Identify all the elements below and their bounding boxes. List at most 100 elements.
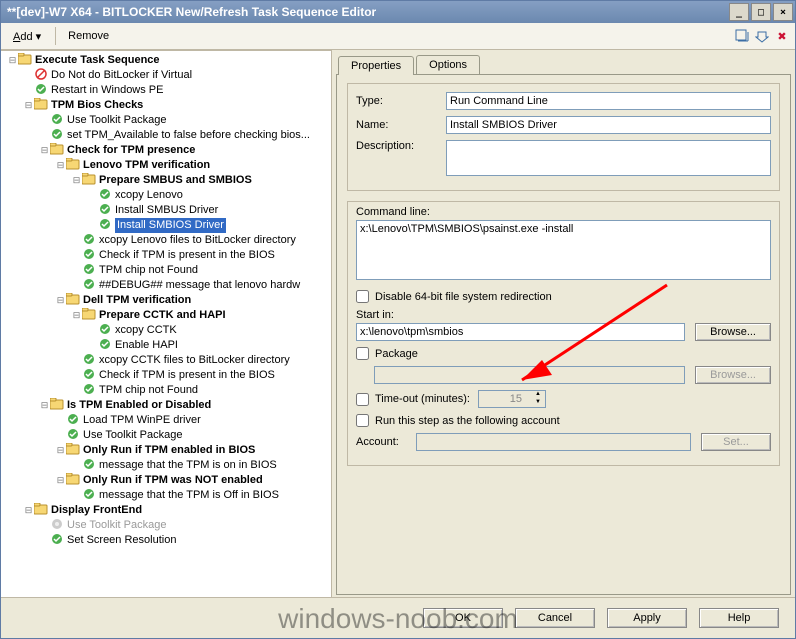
task-sequence-tree[interactable]: ⊟ Execute Task SequenceDo Not do BitLocke… bbox=[1, 50, 332, 597]
tree-step[interactable]: Use Toolkit Package bbox=[3, 518, 329, 533]
tree-group[interactable]: ⊟ Is TPM Enabled or Disabled bbox=[3, 398, 329, 413]
menu-bar: Add ▾ Remove ✖ bbox=[1, 23, 795, 50]
minimize-button[interactable]: _ bbox=[729, 3, 749, 21]
tree-group[interactable]: ⊟TPM Bios Checks bbox=[3, 98, 329, 113]
tree-step[interactable]: set TPM_Available to false before checki… bbox=[3, 128, 329, 143]
tree-step[interactable]: Set Screen Resolution bbox=[3, 533, 329, 548]
startin-field[interactable] bbox=[356, 323, 685, 341]
step-success-icon bbox=[98, 188, 112, 203]
timeout-checkbox[interactable] bbox=[356, 393, 369, 406]
tree-twisty-icon[interactable]: ⊟ bbox=[55, 293, 66, 308]
tree-group[interactable]: ⊟Check for TPM presence bbox=[3, 143, 329, 158]
tree-group[interactable]: ⊟ Execute Task Sequence bbox=[3, 53, 329, 68]
tree-step[interactable]: message that the TPM is on in BIOS bbox=[3, 458, 329, 473]
add-menu[interactable]: Add ▾ bbox=[5, 28, 49, 45]
tree-label: Use Toolkit Package bbox=[83, 428, 182, 443]
commandline-field[interactable] bbox=[356, 220, 771, 280]
tree-label: set TPM_Available to false before checki… bbox=[67, 128, 310, 143]
tab-properties[interactable]: Properties bbox=[338, 56, 414, 75]
tree-twisty-icon[interactable]: ⊟ bbox=[71, 173, 82, 188]
name-label: Name: bbox=[356, 119, 446, 131]
name-field[interactable] bbox=[446, 116, 771, 134]
tree-label: TPM chip not Found bbox=[99, 383, 198, 398]
tree-twisty-icon[interactable]: ⊟ bbox=[23, 98, 34, 113]
tree-step[interactable]: xcopy Lenovo files to BitLocker director… bbox=[3, 233, 329, 248]
tree-label: Dell TPM verification bbox=[83, 293, 191, 308]
step-success-icon bbox=[50, 533, 64, 548]
apply-button[interactable]: Apply bbox=[607, 608, 687, 628]
tree-group[interactable]: ⊟Lenovo TPM verification bbox=[3, 158, 329, 173]
tree-label: Use Toolkit Package bbox=[67, 518, 166, 533]
tree-twisty-icon[interactable]: ⊟ bbox=[55, 158, 66, 173]
folder-icon bbox=[18, 53, 32, 68]
delete-icon[interactable]: ✖ bbox=[773, 27, 791, 45]
tree-label: ##DEBUG## message that lenovo hardw bbox=[99, 278, 300, 293]
ok-button[interactable]: OK bbox=[423, 608, 503, 628]
tree-step[interactable]: Restart in Windows PE bbox=[3, 83, 329, 98]
tree-step[interactable]: Do Not do BitLocker if Virtual bbox=[3, 68, 329, 83]
tree-step[interactable]: Load TPM WinPE driver bbox=[3, 413, 329, 428]
startin-browse-button[interactable]: Browse... bbox=[695, 323, 771, 341]
folder-icon bbox=[66, 473, 80, 488]
timeout-label: Time-out (minutes): bbox=[375, 393, 470, 405]
tree-label: Is TPM Enabled or Disabled bbox=[67, 398, 211, 413]
tree-twisty-icon[interactable]: ⊟ bbox=[23, 503, 34, 518]
step-success-icon bbox=[66, 428, 80, 443]
runas-checkbox[interactable] bbox=[356, 414, 369, 427]
tree-step[interactable]: TPM chip not Found bbox=[3, 383, 329, 398]
tree-label: Restart in Windows PE bbox=[51, 83, 163, 98]
move-down-icon[interactable] bbox=[753, 27, 771, 45]
folder-icon bbox=[66, 443, 80, 458]
tree-twisty-icon[interactable]: ⊟ bbox=[7, 53, 18, 68]
tree-step[interactable]: ##DEBUG## message that lenovo hardw bbox=[3, 278, 329, 293]
tree-twisty-icon[interactable]: ⊟ bbox=[39, 143, 50, 158]
disable-64bit-checkbox[interactable] bbox=[356, 290, 369, 303]
tree-group[interactable]: ⊟Only Run if TPM was NOT enabled bbox=[3, 473, 329, 488]
maximize-button[interactable]: □ bbox=[751, 3, 771, 21]
tree-step[interactable]: Check if TPM is present in the BIOS bbox=[3, 248, 329, 263]
help-button[interactable]: Help bbox=[699, 608, 779, 628]
new-group-icon[interactable] bbox=[733, 27, 751, 45]
tree-step[interactable]: Use Toolkit Package bbox=[3, 428, 329, 443]
tree-twisty-icon[interactable]: ⊟ bbox=[71, 308, 82, 323]
tree-group[interactable]: ⊟ Dell TPM verification bbox=[3, 293, 329, 308]
tree-step[interactable]: xcopy CCTK files to BitLocker directory bbox=[3, 353, 329, 368]
step-success-icon bbox=[82, 488, 96, 503]
tab-options[interactable]: Options bbox=[416, 55, 480, 74]
package-field bbox=[374, 366, 685, 384]
tree-group[interactable]: ⊟Only Run if TPM enabled in BIOS bbox=[3, 443, 329, 458]
tree-twisty-icon[interactable]: ⊟ bbox=[39, 398, 50, 413]
tree-step[interactable]: Enable HAPI bbox=[3, 338, 329, 353]
description-field[interactable] bbox=[446, 140, 771, 176]
tree-step[interactable]: Use Toolkit Package bbox=[3, 113, 329, 128]
cancel-button[interactable]: Cancel bbox=[515, 608, 595, 628]
tree-step[interactable]: Install SMBIOS Driver bbox=[3, 218, 329, 233]
close-button[interactable]: × bbox=[773, 3, 793, 21]
dialog-button-bar: OK Cancel Apply Help bbox=[1, 597, 795, 638]
step-success-icon bbox=[98, 203, 112, 218]
tree-step[interactable]: Install SMBUS Driver bbox=[3, 203, 329, 218]
folder-icon bbox=[34, 503, 48, 518]
tree-step[interactable]: Check if TPM is present in the BIOS bbox=[3, 368, 329, 383]
tree-step[interactable]: message that the TPM is Off in BIOS bbox=[3, 488, 329, 503]
tree-label: message that the TPM is Off in BIOS bbox=[99, 488, 279, 503]
tree-group[interactable]: ⊟Display FrontEnd bbox=[3, 503, 329, 518]
tree-label: Execute Task Sequence bbox=[35, 53, 160, 68]
tree-twisty-icon[interactable]: ⊟ bbox=[55, 473, 66, 488]
tree-step[interactable]: xcopy Lenovo bbox=[3, 188, 329, 203]
package-checkbox[interactable] bbox=[356, 347, 369, 360]
tree-group[interactable]: ⊟Prepare CCTK and HAPI bbox=[3, 308, 329, 323]
folder-icon bbox=[82, 308, 96, 323]
tree-step[interactable]: TPM chip not Found bbox=[3, 263, 329, 278]
tree-label: TPM chip not Found bbox=[99, 263, 198, 278]
account-set-button: Set... bbox=[701, 433, 771, 451]
step-success-icon bbox=[82, 263, 96, 278]
tree-group[interactable]: ⊟Prepare SMBUS and SMBIOS bbox=[3, 173, 329, 188]
startin-label: Start in: bbox=[356, 309, 394, 321]
title-bar: **[dev]-W7 X64 - BITLOCKER New/Refresh T… bbox=[1, 1, 795, 23]
tree-step[interactable]: xcopy CCTK bbox=[3, 323, 329, 338]
tree-twisty-icon[interactable]: ⊟ bbox=[55, 443, 66, 458]
remove-menu[interactable]: Remove bbox=[60, 28, 117, 44]
step-success-icon bbox=[82, 353, 96, 368]
folder-icon bbox=[34, 98, 48, 113]
